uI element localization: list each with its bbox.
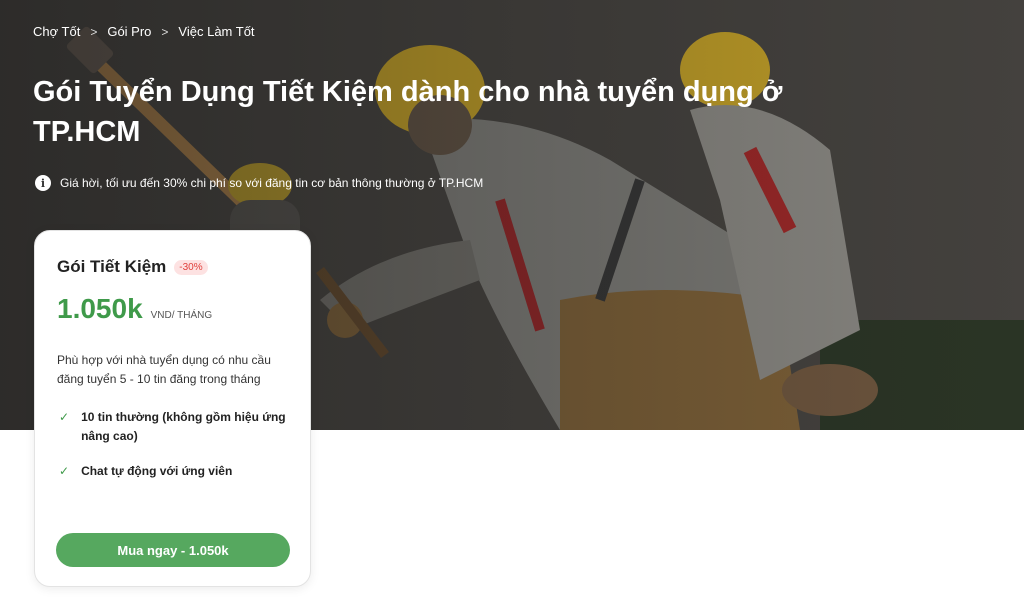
chevron-right-icon: > xyxy=(161,24,169,39)
check-icon: ✓ xyxy=(59,410,70,424)
discount-badge: -30% xyxy=(174,259,208,275)
feature-text: Chat tự động với ứng viên xyxy=(81,464,233,478)
price-value: 1.050k xyxy=(57,293,143,324)
package-description: Phù hợp với nhà tuyển dụng có nhu cầu đă… xyxy=(57,353,271,386)
page-title: Gói Tuyển Dụng Tiết Kiệm dành cho nhà tu… xyxy=(33,76,783,148)
info-icon: i xyxy=(35,175,51,191)
feature-item: ✓ 10 tin thường (không gồm hiệu ứng nâng… xyxy=(59,408,289,446)
feature-text: 10 tin thường (không gồm hiệu ứng nâng c… xyxy=(81,410,286,443)
breadcrumb-item-goi-pro[interactable]: Gói Pro xyxy=(107,24,151,39)
info-note: i Giá hời, tối ưu đến 30% chi phí so với… xyxy=(35,175,483,191)
buy-now-button[interactable]: Mua ngay - 1.050k xyxy=(56,533,290,567)
check-icon: ✓ xyxy=(59,464,70,478)
breadcrumb-item-viec-lam-tot[interactable]: Việc Làm Tốt xyxy=(178,24,254,39)
package-card: Gói Tiết Kiệm -30% 1.050k VND/ THÁNG Phù… xyxy=(34,230,311,587)
breadcrumb: Chợ Tốt > Gói Pro > Việc Làm Tốt xyxy=(33,24,255,39)
feature-list: ✓ 10 tin thường (không gồm hiệu ứng nâng… xyxy=(59,408,289,497)
breadcrumb-item-cho-tot[interactable]: Chợ Tốt xyxy=(33,24,80,39)
info-text: Giá hời, tối ưu đến 30% chi phí so với đ… xyxy=(60,176,484,190)
package-price: 1.050k VND/ THÁNG xyxy=(57,293,212,325)
package-header: Gói Tiết Kiệm -30% xyxy=(57,257,208,277)
feature-item: ✓ Chat tự động với ứng viên xyxy=(59,462,289,481)
package-title: Gói Tiết Kiệm xyxy=(57,257,167,276)
chevron-right-icon: > xyxy=(90,24,98,39)
price-unit: VND/ THÁNG xyxy=(150,310,213,321)
